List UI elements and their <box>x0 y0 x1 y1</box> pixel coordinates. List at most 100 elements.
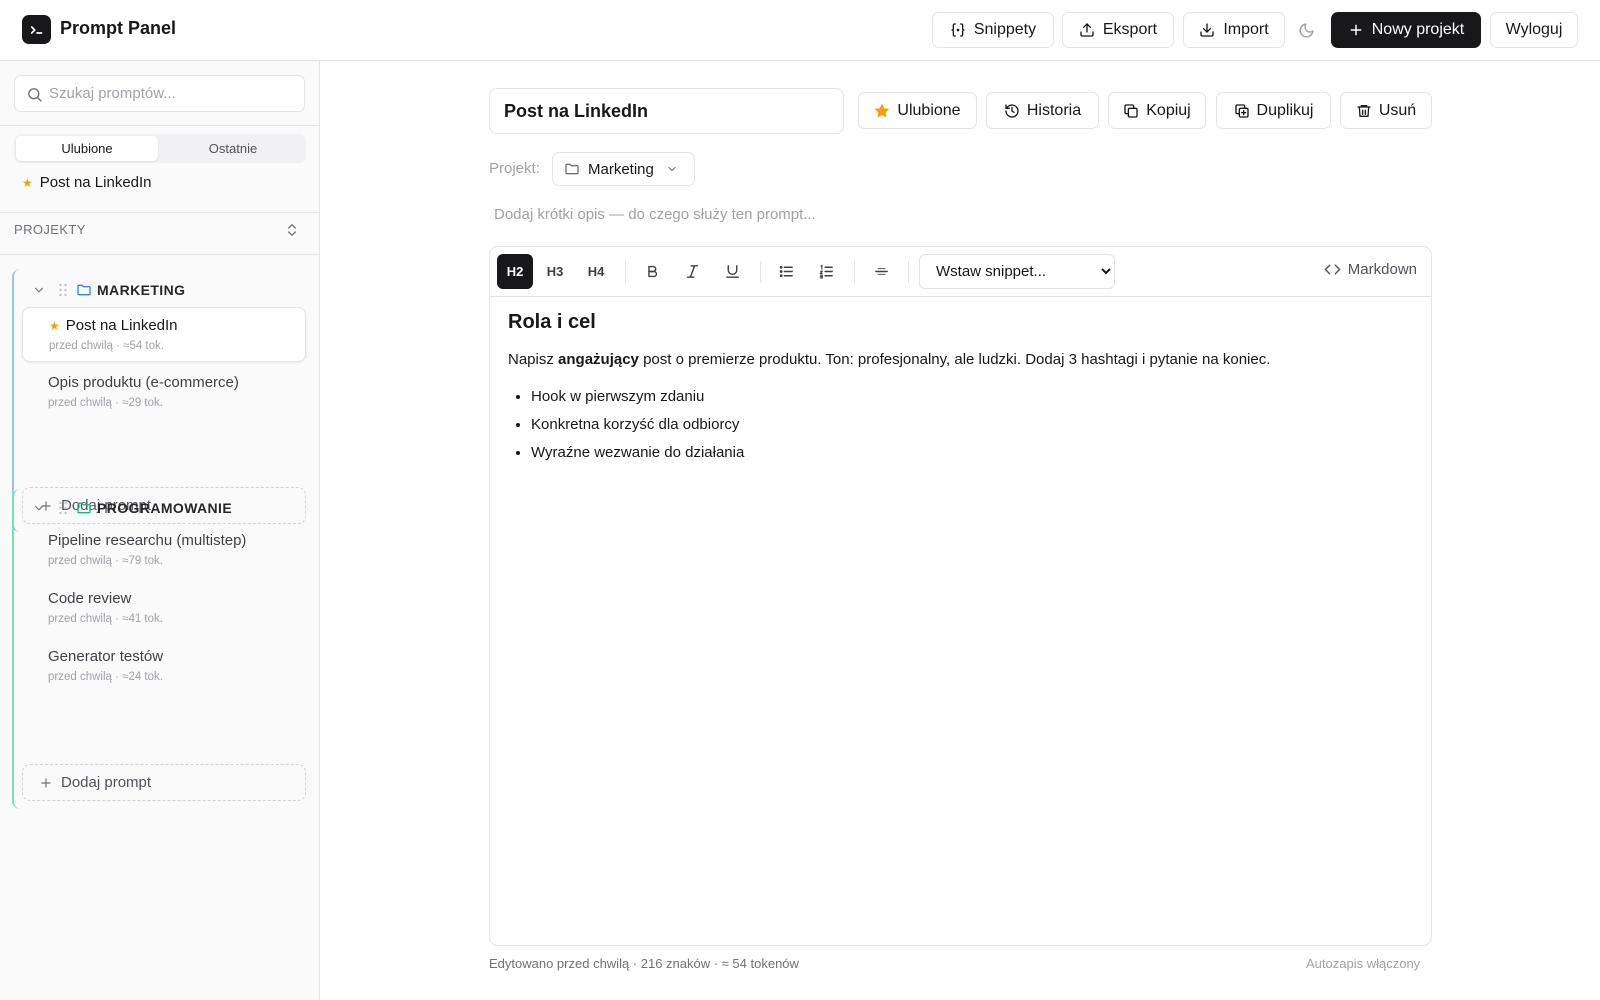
prompt-item[interactable]: Pipeline researchu (multistep) przed chw… <box>22 523 306 578</box>
bullet-list-icon <box>779 265 793 278</box>
history-icon <box>1005 103 1019 118</box>
bullet-item: Konkretna korzyść dla odbiorcy <box>531 415 1408 435</box>
markdown-toggle[interactable]: Markdown <box>1324 261 1417 278</box>
new-project-label: Nowy projekt <box>1371 21 1465 38</box>
prompt-meta: przed chwilą · ≈54 tok. <box>49 340 164 352</box>
numbered-list-button[interactable] <box>808 254 844 289</box>
theme-toggle-button[interactable] <box>1296 20 1316 40</box>
history-button[interactable]: Historia <box>986 92 1099 129</box>
export-button[interactable]: Eksport <box>1062 12 1174 48</box>
plus-icon <box>1350 24 1362 36</box>
markdown-label: Markdown <box>1347 261 1417 278</box>
trash-icon <box>1357 104 1371 117</box>
chevron-down-icon[interactable] <box>32 501 46 515</box>
favorite-item-label: Post na LinkedIn <box>39 174 152 191</box>
tab-recent[interactable]: Ostatnie <box>162 136 304 161</box>
logout-button[interactable]: Wyloguj <box>1490 12 1578 48</box>
drag-handle-icon[interactable] <box>58 501 68 515</box>
folder-icon <box>565 163 579 175</box>
prompt-editor: H2 H3 H4 Wstaw snippet... Markdown Rola … <box>489 246 1432 946</box>
new-project-button[interactable]: Nowy projekt <box>1331 12 1481 48</box>
prompt-item[interactable]: ★ Post na LinkedIn przed chwilą · ≈54 tok… <box>22 307 306 362</box>
divider <box>0 125 320 126</box>
prompt-meta: przed chwilą · ≈41 tok. <box>48 613 163 625</box>
editor-content[interactable]: Rola i cel Napisz angażujący post o prem… <box>508 311 1408 471</box>
group-header[interactable]: PROGRAMOWANIE <box>32 499 232 517</box>
toolbar-divider <box>908 261 909 283</box>
search-input[interactable] <box>49 77 299 110</box>
divider-button[interactable] <box>863 254 899 289</box>
chevrons-up-down-icon[interactable] <box>284 222 300 238</box>
italic-icon <box>686 265 698 278</box>
upload-icon <box>1080 23 1094 37</box>
content-heading: Rola i cel <box>508 311 596 333</box>
project-select[interactable]: Marketing <box>552 152 695 186</box>
drag-handle-icon[interactable] <box>58 283 68 297</box>
copy-icon <box>1124 103 1138 118</box>
app-title: Prompt Panel <box>60 18 177 38</box>
prompt-meta: przed chwilą · ≈24 tok. <box>48 671 163 683</box>
divider <box>0 212 320 213</box>
bullet-item: Hook w pierwszym zdaniu <box>531 387 1408 407</box>
export-label: Eksport <box>1102 21 1158 38</box>
heading-3-button[interactable]: H3 <box>537 254 573 289</box>
toolbar-divider <box>625 261 626 283</box>
italic-button[interactable] <box>674 254 710 289</box>
top-bar: Prompt Panel Snippety Eksport Import Now… <box>0 0 1600 61</box>
prompt-title: Code review <box>48 590 132 607</box>
favorites-recent-tabs: Ulubione Ostatnie <box>14 134 306 163</box>
heading-4-button[interactable]: H4 <box>578 254 614 289</box>
heading-2-button[interactable]: H2 <box>497 254 533 289</box>
snippets-label: Snippety <box>973 21 1037 38</box>
star-icon: ★ <box>49 318 60 333</box>
content-paragraph: Napisz angażujący post o premierze produ… <box>508 350 1408 370</box>
underline-icon <box>725 265 739 278</box>
import-button[interactable]: Import <box>1183 12 1285 48</box>
duplicate-button[interactable]: Duplikuj <box>1216 92 1331 129</box>
braces-icon <box>951 23 965 37</box>
favorite-button[interactable]: Ulubione <box>858 92 977 129</box>
editor-toolbar: H2 H3 H4 Wstaw snippet... Markdown <box>490 247 1431 297</box>
star-icon: ★ <box>22 175 33 190</box>
bullet-list-button[interactable] <box>768 254 804 289</box>
edit-status: Edytowano przed chwilą · 216 znaków · ≈ … <box>489 956 799 971</box>
description-input[interactable]: Dodaj krótki opis — do czego służy ten p… <box>494 206 816 223</box>
plus-icon <box>41 777 51 788</box>
favorite-item[interactable]: ★ Post na LinkedIn <box>22 174 152 191</box>
terminal-logo-icon <box>22 15 51 44</box>
group-header[interactable]: MARKETING <box>32 281 185 299</box>
copy-button[interactable]: Kopiuj <box>1108 92 1206 129</box>
prompt-title: Post na LinkedIn <box>65 317 178 334</box>
project-select-value: Marketing <box>588 160 654 178</box>
favorite-label: Ulubione <box>897 101 961 119</box>
bold-button[interactable] <box>634 254 670 289</box>
prompt-title-input[interactable] <box>489 88 844 134</box>
logout-label: Wyloguj <box>1505 21 1563 38</box>
tab-favorites[interactable]: Ulubione <box>16 136 158 161</box>
horizontal-rule-icon <box>874 268 888 275</box>
delete-label: Usuń <box>1378 101 1417 119</box>
insert-snippet-select[interactable]: Wstaw snippet... <box>919 254 1115 289</box>
bullet-item: Wyraźne wezwanie do działania <box>531 443 1408 463</box>
delete-button[interactable]: Usuń <box>1340 92 1432 129</box>
snippets-button[interactable]: Snippety <box>932 12 1054 48</box>
paragraph-text: Napisz <box>508 351 559 368</box>
paragraph-bold-text: angażujący <box>558 351 639 368</box>
prompt-item[interactable]: Code review przed chwilą · ≈41 tok. <box>22 581 306 636</box>
history-label: Historia <box>1026 101 1082 119</box>
project-group-programming: PROGRAMOWANIE Pipeline researchu (multis… <box>12 489 307 809</box>
star-icon <box>875 103 890 117</box>
add-prompt-button[interactable]: Dodaj prompt <box>22 764 306 801</box>
duplicate-icon <box>1234 103 1249 118</box>
search-box[interactable] <box>14 75 305 112</box>
download-icon <box>1200 23 1214 37</box>
underline-button[interactable] <box>714 254 750 289</box>
copy-label: Kopiuj <box>1146 101 1191 119</box>
chevron-down-icon[interactable] <box>32 283 46 297</box>
project-label: Projekt: <box>489 160 540 177</box>
prompt-item[interactable]: Opis produktu (e-commerce) przed chwilą … <box>22 365 306 420</box>
import-label: Import <box>1223 21 1269 38</box>
content-bullet-list: Hook w pierwszym zdaniu Konkretna korzyś… <box>508 387 1408 463</box>
folder-icon <box>77 284 91 296</box>
prompt-item[interactable]: Generator testów przed chwilą · ≈24 tok. <box>22 639 306 694</box>
